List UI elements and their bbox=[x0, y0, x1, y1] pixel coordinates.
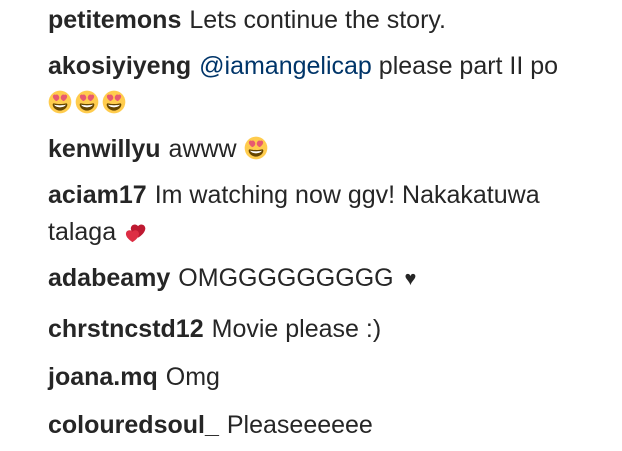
comment-text: Im watching now ggv! Nakakatuwa bbox=[154, 181, 540, 209]
comment-text: OMGGGGGGGGG bbox=[178, 264, 394, 292]
comments-list: petitemons Lets continue the story. akosi… bbox=[0, 0, 622, 451]
comment-8: colouredsoul_ Pleaseeeeee bbox=[48, 407, 602, 444]
comment-text: Pleaseeeeee bbox=[226, 411, 373, 439]
heart-eyes-icon bbox=[244, 136, 268, 160]
comment-text: Lets continue the story. bbox=[189, 6, 446, 34]
comment-text: Movie please :) bbox=[211, 315, 382, 343]
two-hearts-icon bbox=[123, 219, 147, 243]
comment-7: joana.mq Omg bbox=[48, 359, 602, 396]
comment-3: kenwillyu awww bbox=[48, 131, 602, 168]
black-heart-icon: ♥ bbox=[404, 268, 417, 290]
comment-4: aciam17 Im watching now ggv! Nakakatuwa t… bbox=[48, 177, 602, 251]
comment-username[interactable]: aciam17 bbox=[48, 181, 147, 209]
comment-text: please part II po bbox=[378, 52, 559, 80]
comment-username[interactable]: akosiyiyeng bbox=[48, 52, 191, 80]
comment-5: adabeamy OMGGGGGGGGG ♥ bbox=[48, 260, 602, 298]
comment-2: akosiyiyeng @iamangelicap please part II … bbox=[48, 48, 602, 122]
comment-text-continued: talaga bbox=[48, 218, 117, 246]
comment-username[interactable]: kenwillyu bbox=[48, 135, 161, 163]
comment-username[interactable]: colouredsoul_ bbox=[48, 411, 219, 439]
comment-text: Omg bbox=[165, 363, 220, 391]
comment-1: petitemons Lets continue the story. bbox=[48, 2, 602, 39]
comment-username[interactable]: joana.mq bbox=[48, 363, 158, 391]
comment-username[interactable]: petitemons bbox=[48, 6, 181, 34]
heart-eyes-icon bbox=[48, 90, 72, 114]
comment-text: awww bbox=[168, 135, 237, 163]
heart-eyes-icon bbox=[102, 90, 126, 114]
comment-username[interactable]: adabeamy bbox=[48, 264, 170, 292]
mention-link[interactable]: @iamangelicap bbox=[199, 52, 372, 80]
comment-6: chrstncstd12 Movie please :) bbox=[48, 311, 602, 348]
heart-eyes-icon bbox=[75, 90, 99, 114]
comment-username[interactable]: chrstncstd12 bbox=[48, 315, 204, 343]
